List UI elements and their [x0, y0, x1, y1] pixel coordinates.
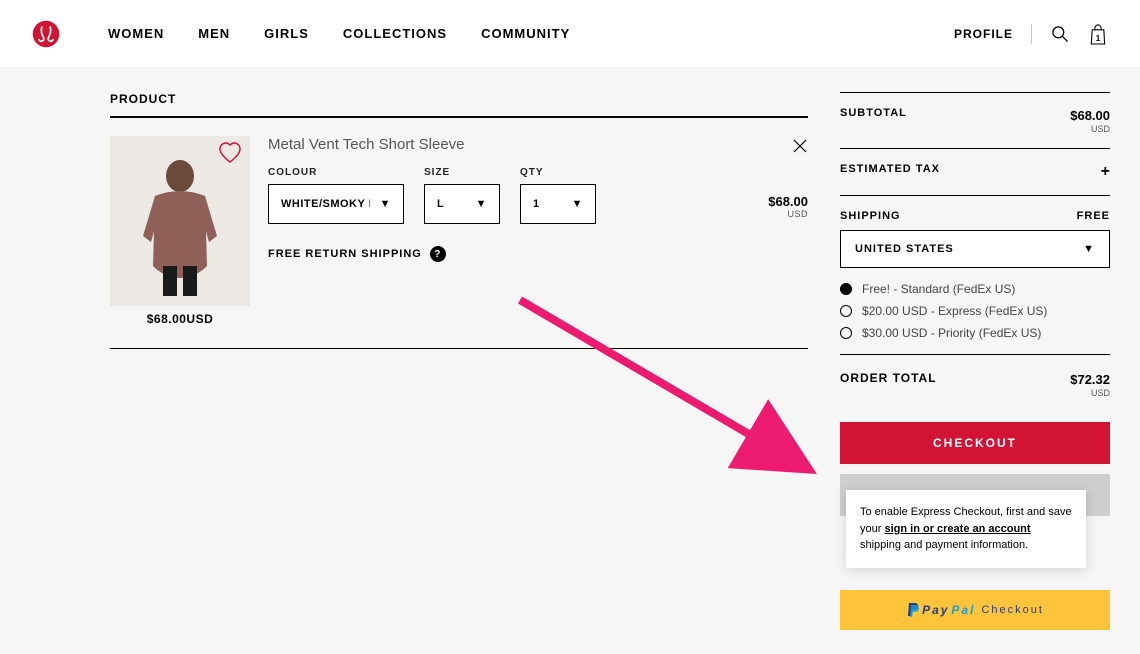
divider	[1031, 24, 1032, 44]
thumb-price: $68.00USD	[110, 312, 250, 326]
total-label: ORDER TOTAL	[840, 371, 937, 385]
ship-option-priority[interactable]: $30.00 USD - Priority (FedEx US)	[840, 326, 1110, 340]
logo[interactable]	[32, 20, 60, 48]
paypal-checkout-button[interactable]: PayPal Checkout	[840, 590, 1110, 630]
header-tools: PROFILE 1	[954, 23, 1108, 45]
express-checkout-tooltip: To enable Express Checkout, first and sa…	[846, 490, 1086, 568]
qty-select[interactable]: 1 ▼	[520, 184, 596, 224]
product-section-title: PRODUCT	[110, 92, 808, 106]
cart-item: $68.00USD Metal Vent Tech Short Sleeve C…	[110, 136, 808, 349]
nav-community[interactable]: COMMUNITY	[481, 26, 570, 41]
search-icon[interactable]	[1050, 24, 1070, 44]
help-icon[interactable]: ?	[430, 246, 446, 262]
tax-label: ESTIMATED TAX	[840, 163, 940, 175]
nav-women[interactable]: WOMEN	[108, 26, 164, 41]
total-value: $72.32 USD	[1070, 371, 1110, 398]
colour-select[interactable]: WHITE/SMOKY RED ▼	[268, 184, 404, 224]
ship-option-express[interactable]: $20.00 USD - Express (FedEx US)	[840, 304, 1110, 318]
chevron-down-icon: ▼	[1083, 243, 1095, 255]
chevron-down-icon: ▼	[476, 198, 487, 210]
divider	[110, 116, 808, 118]
subtotal-label: SUBTOTAL	[840, 107, 907, 119]
heart-icon[interactable]	[218, 142, 242, 169]
nav-men[interactable]: MEN	[198, 26, 230, 41]
chevron-down-icon: ▼	[572, 198, 583, 210]
bag-count: 1	[1088, 34, 1108, 43]
country-select[interactable]: UNITED STATES ▼	[840, 230, 1110, 268]
colour-label: COLOUR	[268, 167, 404, 178]
expand-tax-icon[interactable]: +	[1101, 163, 1110, 181]
main-nav: WOMEN MEN GIRLS COLLECTIONS COMMUNITY	[108, 26, 570, 41]
ship-option-standard[interactable]: Free! - Standard (FedEx US)	[840, 282, 1110, 296]
shipping-label: SHIPPING	[840, 210, 901, 222]
nav-girls[interactable]: GIRLS	[264, 26, 309, 41]
size-label: SIZE	[424, 167, 500, 178]
paypal-icon	[906, 602, 920, 618]
close-icon[interactable]	[792, 138, 808, 159]
radio-checked-icon	[840, 283, 852, 295]
line-price: $68.00 USD	[768, 194, 808, 219]
radio-icon	[840, 305, 852, 317]
qty-label: QTY	[520, 167, 596, 178]
nav-collections[interactable]: COLLECTIONS	[343, 26, 447, 41]
bag-icon[interactable]: 1	[1088, 23, 1108, 45]
shipping-value: FREE	[1077, 210, 1110, 222]
profile-link[interactable]: PROFILE	[954, 27, 1013, 41]
size-select[interactable]: L ▼	[424, 184, 500, 224]
signin-link[interactable]: sign in or create an account	[884, 523, 1030, 535]
subtotal-value: $68.00 USD	[1070, 107, 1110, 134]
checkout-button[interactable]: CHECKOUT	[840, 422, 1110, 464]
product-name: Metal Vent Tech Short Sleeve	[268, 136, 808, 153]
header: WOMEN MEN GIRLS COLLECTIONS COMMUNITY PR…	[0, 0, 1140, 68]
chevron-down-icon: ▼	[380, 198, 391, 210]
radio-icon	[840, 327, 852, 339]
free-return-label: FREE RETURN SHIPPING	[268, 248, 422, 260]
